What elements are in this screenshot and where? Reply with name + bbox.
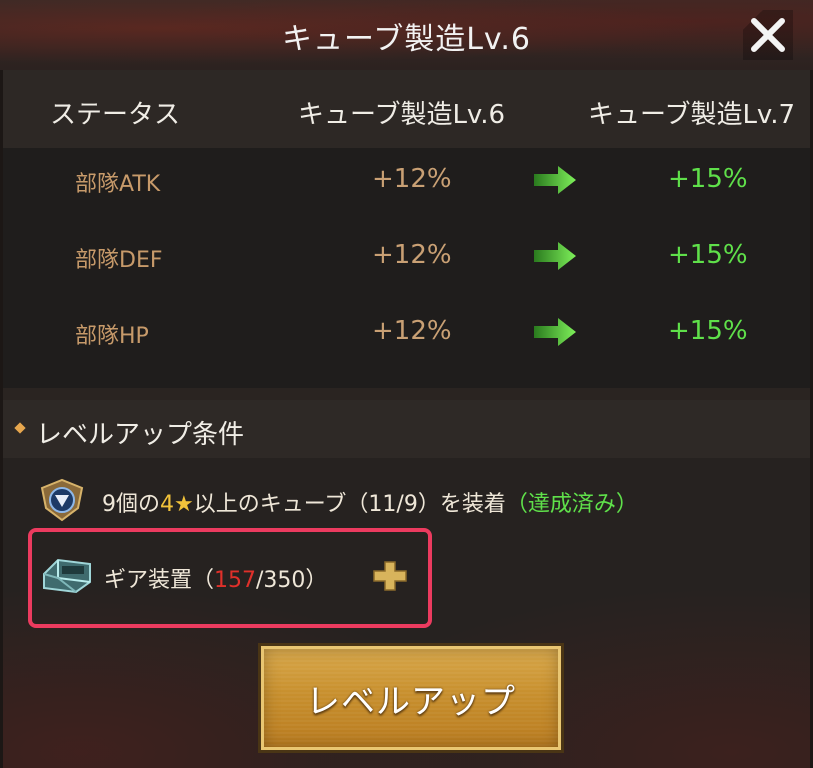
level-up-label: レベルアップ	[306, 681, 516, 722]
right-arrow-icon	[534, 242, 576, 270]
table-row: 部隊ATK +12% +15%	[0, 152, 813, 212]
title-bar: キューブ製造Lv.6	[0, 0, 813, 72]
table-row: 部隊DEF +12% +15%	[0, 228, 813, 288]
conditions-title: レベルアップ条件	[36, 420, 245, 450]
close-icon	[751, 18, 785, 52]
status-table-body: 部隊ATK +12% +15% 部隊DEF +12% +15% 部隊HP +12…	[0, 148, 813, 388]
header-next-level: キューブ製造Lv.7	[588, 100, 796, 130]
window-title: キューブ製造Lv.6	[282, 22, 531, 57]
table-row: 部隊HP +12% +15%	[0, 304, 813, 364]
stat-current: +12%	[372, 316, 452, 346]
stat-current: +12%	[372, 164, 452, 194]
right-arrow-icon	[534, 166, 576, 194]
conditions-header: レベルアップ条件	[0, 400, 813, 458]
right-arrow-icon	[534, 318, 576, 346]
stat-label: 部隊ATK	[75, 172, 161, 197]
achieved-status: （達成済み）	[505, 492, 638, 517]
stat-next: +15%	[668, 164, 748, 194]
header-current-level: キューブ製造Lv.6	[298, 100, 506, 130]
condition-text: 9個の4★以上のキューブ（11/9）を装着（達成済み）	[102, 492, 638, 517]
stat-label: 部隊HP	[75, 324, 149, 349]
diamond-bullet-icon	[14, 422, 26, 434]
status-table-header: ステータス キューブ製造Lv.6 キューブ製造Lv.7	[0, 70, 813, 148]
highlight-box	[28, 528, 432, 628]
condition-item-cubes: 9個の4★以上のキューブ（11/9）を装着（達成済み）	[38, 478, 738, 522]
stat-label: 部隊DEF	[75, 248, 163, 273]
level-up-button[interactable]: レベルアップ	[258, 643, 564, 753]
header-status: ステータス	[50, 100, 181, 130]
stat-next: +15%	[668, 240, 748, 270]
stat-next: +15%	[668, 316, 748, 346]
close-button[interactable]	[743, 10, 793, 60]
stat-current: +12%	[372, 240, 452, 270]
rank-badge-icon	[40, 478, 84, 522]
